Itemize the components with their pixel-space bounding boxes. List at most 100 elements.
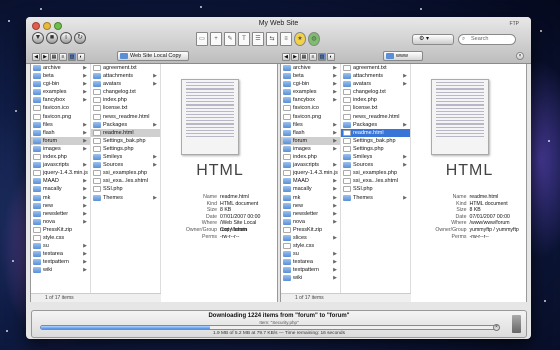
file-row[interactable]: testarea ▶ xyxy=(31,250,90,258)
edit-file-icon[interactable]: ✎ xyxy=(224,32,236,46)
sync-icon[interactable]: ⇆ xyxy=(266,32,278,46)
file-row[interactable]: SSI.php xyxy=(91,185,160,193)
globe-icon[interactable]: ◍ xyxy=(308,32,320,46)
file-row[interactable]: news_readme.html xyxy=(341,113,410,121)
file-row[interactable]: archive ▶ xyxy=(31,64,90,72)
file-row[interactable]: index.php xyxy=(91,96,160,104)
permissions-icon[interactable]: ☰ xyxy=(252,32,264,46)
back-button[interactable]: ◀ xyxy=(32,52,40,61)
file-row[interactable]: beta ▶ xyxy=(31,72,90,80)
back-button[interactable]: ◀ xyxy=(282,52,290,61)
file-row[interactable]: MAAD ▶ xyxy=(31,177,90,185)
file-row[interactable]: Themes ▶ xyxy=(341,194,410,202)
file-row[interactable]: fancybox ▶ xyxy=(31,96,90,104)
file-row[interactable]: images ▶ xyxy=(281,145,340,153)
file-row[interactable]: javascripts ▶ xyxy=(31,161,90,169)
file-row[interactable]: slices ▶ xyxy=(281,234,340,242)
column-view-button[interactable]: ▥ xyxy=(68,52,76,61)
file-row[interactable]: favicon.png xyxy=(31,113,90,121)
file-row[interactable]: avatars ▶ xyxy=(91,80,160,88)
compare-icon[interactable]: ≡ xyxy=(280,32,292,46)
file-row[interactable]: changelog.txt xyxy=(341,88,410,96)
file-row[interactable]: examples ▶ xyxy=(281,88,340,96)
file-row[interactable]: Smileys ▶ xyxy=(341,153,410,161)
forward-button[interactable]: ▶ xyxy=(291,52,299,61)
trash-icon[interactable] xyxy=(512,315,521,333)
file-row[interactable]: macally ▶ xyxy=(31,185,90,193)
file-row[interactable]: files ▶ xyxy=(31,121,90,129)
file-row[interactable]: Sources ▶ xyxy=(341,161,410,169)
file-row[interactable]: PressKit.zip xyxy=(281,226,340,234)
file-row[interactable]: forum ▶ xyxy=(31,136,90,145)
file-row[interactable]: textpattern ▶ xyxy=(31,258,90,266)
file-row[interactable]: beta ▶ xyxy=(281,72,340,80)
forward-button[interactable]: ▶ xyxy=(41,52,49,61)
file-row[interactable]: textpattern ▶ xyxy=(281,266,340,274)
file-row[interactable]: images ▶ xyxy=(31,145,90,153)
file-row[interactable]: fancybox ▶ xyxy=(281,96,340,104)
list-view-button[interactable]: ≡ xyxy=(59,52,67,61)
file-row[interactable]: avatars ▶ xyxy=(341,80,410,88)
file-row[interactable]: cgi-bin ▶ xyxy=(31,80,90,88)
view-options-button[interactable]: ◐ xyxy=(77,52,85,61)
file-row[interactable]: readme.html xyxy=(91,128,160,137)
file-row[interactable]: Settings.php xyxy=(91,145,160,153)
file-row[interactable]: MAAD ▶ xyxy=(281,177,340,185)
file-row[interactable]: new ▶ xyxy=(281,202,340,210)
file-row[interactable]: new ▶ xyxy=(31,202,90,210)
file-row[interactable]: ssi_examples.php xyxy=(91,169,160,177)
bookmark-icon[interactable]: ★ xyxy=(294,32,306,46)
text-file-icon[interactable]: T xyxy=(238,32,250,46)
file-row[interactable]: readme.html xyxy=(341,128,410,137)
left-path-popup[interactable]: Web Site Local Copy xyxy=(117,51,189,61)
file-row[interactable]: mk ▶ xyxy=(31,194,90,202)
list-view-button[interactable]: ≡ xyxy=(309,52,317,61)
file-row[interactable]: examples ▶ xyxy=(31,88,90,96)
file-row[interactable]: nova ▶ xyxy=(281,218,340,226)
file-row[interactable]: wiki ▶ xyxy=(31,266,90,274)
info-button[interactable]: i xyxy=(60,32,72,44)
icon-view-button[interactable]: ▦ xyxy=(50,52,58,61)
file-row[interactable]: favicon.ico xyxy=(31,104,90,112)
file-row[interactable]: SSI.php xyxy=(341,185,410,193)
file-row[interactable]: Settings_bak.php xyxy=(341,137,410,145)
file-row[interactable]: Settings.php xyxy=(341,145,410,153)
file-row[interactable]: index.php xyxy=(31,153,90,161)
file-row[interactable]: testarea ▶ xyxy=(281,258,340,266)
file-row[interactable]: archive ▶ xyxy=(281,64,340,72)
file-row[interactable]: favicon.png xyxy=(281,113,340,121)
file-row[interactable]: jquery-1.4.3.min.js xyxy=(281,169,340,177)
file-row[interactable]: license.txt xyxy=(341,104,410,112)
file-row[interactable]: nova ▶ xyxy=(31,218,90,226)
action-menu[interactable]: ⚙ ▾ xyxy=(412,34,454,45)
file-row[interactable]: attachments ▶ xyxy=(91,72,160,80)
new-file-icon[interactable]: + xyxy=(210,32,222,46)
file-row[interactable]: javascripts ▶ xyxy=(281,161,340,169)
disconnect-button[interactable]: ▼ xyxy=(32,32,44,44)
file-row[interactable]: index.php xyxy=(281,153,340,161)
file-row[interactable]: jquery-1.4.3.min.js xyxy=(31,169,90,177)
file-row[interactable]: Smileys ▶ xyxy=(91,153,160,161)
file-row[interactable]: style.css xyxy=(281,242,340,250)
file-row[interactable]: Packages ▶ xyxy=(341,121,410,129)
file-row[interactable]: forum ▶ xyxy=(281,136,340,145)
view-options-button[interactable]: ◐ xyxy=(327,52,335,61)
file-row[interactable]: ssi_exa...les.shtml xyxy=(341,177,410,185)
search-input[interactable]: ⌕ Search xyxy=(458,34,516,45)
file-row[interactable]: ssi_exa...les.shtml xyxy=(91,177,160,185)
file-row[interactable]: attachments ▶ xyxy=(341,72,410,80)
file-row[interactable]: cgi-bin ▶ xyxy=(281,80,340,88)
cancel-transfer-button[interactable]: × xyxy=(493,324,500,331)
file-row[interactable]: flash ▶ xyxy=(31,129,90,137)
file-row[interactable]: ssi_examples.php xyxy=(341,169,410,177)
file-row[interactable]: changelog.txt xyxy=(91,88,160,96)
file-row[interactable]: agreement.txt xyxy=(91,64,160,72)
right-path-popup[interactable]: www xyxy=(383,51,423,61)
file-row[interactable]: newsletter ▶ xyxy=(281,210,340,218)
file-row[interactable]: mk ▶ xyxy=(281,194,340,202)
file-row[interactable]: files ▶ xyxy=(281,121,340,129)
refresh-button[interactable]: ↻ xyxy=(74,32,86,44)
close-pane-icon[interactable]: × xyxy=(516,52,524,60)
file-row[interactable]: index.php xyxy=(341,96,410,104)
icon-view-button[interactable]: ▦ xyxy=(300,52,308,61)
